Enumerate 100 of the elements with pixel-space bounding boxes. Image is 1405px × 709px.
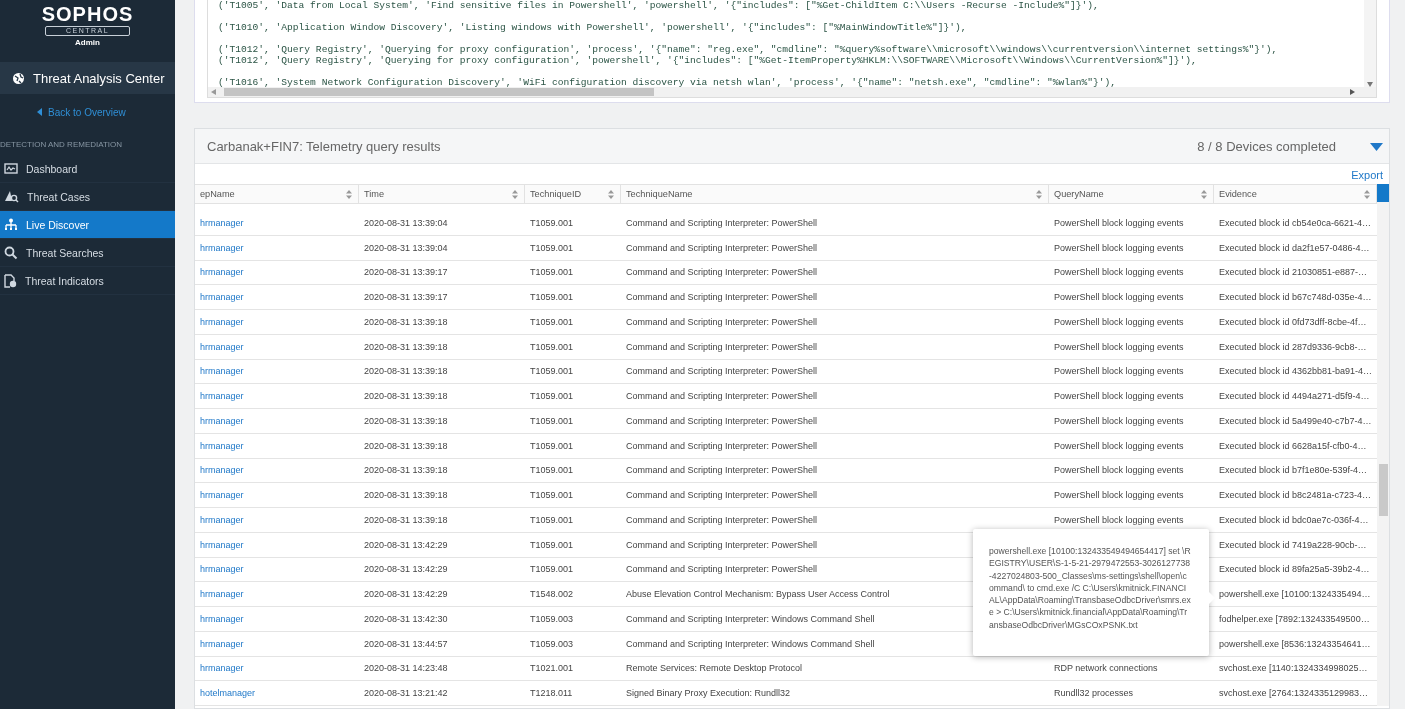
- sort-icon[interactable]: [1201, 189, 1207, 199]
- vertical-scrollbar[interactable]: [1364, 0, 1376, 87]
- query-name-cell: PowerShell block logging events: [1054, 391, 1184, 402]
- endpoint-link[interactable]: hrmanager: [200, 316, 244, 327]
- technique-name-cell: Command and Scripting Interpreter: PowerShell: [626, 341, 818, 352]
- endpoint-link[interactable]: hotelmanager: [200, 688, 256, 699]
- endpoint-link[interactable]: hrmanager: [200, 440, 244, 451]
- globe-icon: [12, 71, 25, 85]
- evidence-cell: Executed block id bdc0ae7c-036f-4…: [1219, 514, 1369, 525]
- evidence-cell: Executed block id b67c748d-035e-4…: [1219, 292, 1372, 303]
- time-cell: 2020-08-31 13:39:18: [364, 490, 448, 501]
- time-cell: 2020-08-31 13:39:18: [364, 415, 448, 426]
- endpoint-link[interactable]: hrmanager: [200, 415, 244, 426]
- query-name-cell: PowerShell block logging events: [1054, 440, 1184, 451]
- technique-name-cell: Command and Scripting Interpreter: PowerShell: [626, 242, 818, 253]
- endpoint-link[interactable]: hrmanager: [200, 366, 244, 377]
- column-header[interactable]: QueryName: [1049, 184, 1214, 204]
- time-cell: 2020-08-31 13:39:18: [364, 514, 448, 525]
- back-link[interactable]: Back to Overview: [0, 94, 175, 122]
- horizontal-scrollbar[interactable]: [208, 87, 1376, 97]
- technique-id-cell: T1059.001: [530, 564, 574, 575]
- results-title: Carbanak+FIN7: Telemetry query results: [207, 138, 442, 154]
- endpoint-link[interactable]: hrmanager: [200, 217, 244, 228]
- endpoint-link[interactable]: hrmanager: [200, 514, 244, 525]
- evidence-cell: Executed block id 4494a271-d5f9-4…: [1219, 391, 1370, 402]
- sort-icon[interactable]: [346, 189, 352, 199]
- time-cell: 2020-08-31 13:39:18: [364, 391, 448, 402]
- code-line: ('T1016', 'System Network Configuration Discovery', 'WiFi configuration discovery via netsh wlan', 'process', '{"name": "netsh.exe", "cmdline": "%wlan%"}'),: [218, 77, 1117, 87]
- endpoint-link[interactable]: hrmanager: [200, 589, 244, 600]
- time-cell: 2020-08-31 13:39:17: [364, 267, 448, 278]
- export-link[interactable]: Export: [1351, 169, 1383, 181]
- column-header[interactable]: Evidence: [1214, 184, 1377, 204]
- vertical-scrollbar[interactable]: [1377, 184, 1389, 706]
- technique-id-cell: T1059.001: [530, 292, 574, 303]
- devices-status: 8 / 8 Devices completed: [1197, 138, 1336, 154]
- sort-icon[interactable]: [1036, 189, 1042, 199]
- caret-left-icon: [37, 108, 42, 116]
- time-cell: 2020-08-31 13:39:18: [364, 316, 448, 327]
- time-cell: 2020-08-31 13:39:18: [364, 366, 448, 377]
- technique-name-cell: Command and Scripting Interpreter: PowerShell: [626, 391, 818, 402]
- column-header[interactable]: epName: [195, 184, 359, 204]
- caret-left-icon[interactable]: [211, 89, 216, 95]
- query-name-cell: Rundll32 processes: [1054, 688, 1134, 699]
- caret-right-icon[interactable]: [1350, 89, 1355, 95]
- nav-item[interactable]: Live Discover: [0, 211, 175, 239]
- app-title: Threat Analysis Center: [33, 70, 165, 86]
- column-header[interactable]: TechniqueName: [621, 184, 1049, 204]
- query-name-cell: RDP network connections: [1054, 663, 1158, 674]
- search-icon: [4, 245, 18, 260]
- technique-name-cell: Command and Scripting Interpreter: PowerShell: [626, 217, 818, 228]
- time-cell: 2020-08-31 13:39:18: [364, 341, 448, 352]
- technique-name-cell: Command and Scripting Interpreter: Windows Command Shell: [626, 613, 875, 624]
- endpoint-link[interactable]: hrmanager: [200, 539, 244, 550]
- technique-name-cell: Command and Scripting Interpreter: PowerShell: [626, 564, 818, 575]
- sort-icon[interactable]: [512, 189, 518, 199]
- sort-icon[interactable]: [608, 189, 614, 199]
- time-cell: 2020-08-31 13:39:04: [364, 242, 448, 253]
- time-cell: 2020-08-31 14:23:48: [364, 663, 448, 674]
- evidence-cell: Executed block id 6628a15f-cfb0-4…: [1219, 440, 1367, 451]
- evidence-cell: Executed block id b8c2481a-c723-4…: [1219, 490, 1372, 501]
- nav-item[interactable]: Threat Indicators: [0, 267, 175, 295]
- endpoint-link[interactable]: hrmanager: [200, 267, 244, 278]
- endpoint-link[interactable]: hrmanager: [200, 242, 244, 253]
- technique-name-cell: Command and Scripting Interpreter: PowerShell: [626, 440, 818, 451]
- evidence-cell: fodhelper.exe [7892:132433549500…: [1219, 613, 1370, 624]
- time-cell: 2020-08-31 13:42:30: [364, 613, 448, 624]
- endpoint-link[interactable]: hrmanager: [200, 564, 244, 575]
- endpoint-link[interactable]: hrmanager: [200, 638, 244, 649]
- nav-item[interactable]: Dashboard: [0, 155, 175, 183]
- technique-name-cell: Command and Scripting Interpreter: PowerShell: [626, 465, 818, 476]
- endpoint-link[interactable]: hrmanager: [200, 663, 244, 674]
- time-cell: 2020-08-31 13:39:17: [364, 292, 448, 303]
- technique-id-cell: T1059.001: [530, 267, 574, 278]
- code-line: ('T1012', 'Query Registry', 'Querying for proxy configuration', 'powershell', '{"includes": ["%Get-ItemProperty%HKLM:\\SOFTWARE\\Microsoft\\Windows\\CurrentVersion%"]}'),: [218, 55, 1197, 66]
- query-name-cell: PowerShell block logging events: [1054, 465, 1184, 476]
- evidence-cell: powershell.exe [10100:1324335494…: [1219, 589, 1371, 600]
- query-name-cell: PowerShell block logging events: [1054, 217, 1184, 228]
- endpoint-link[interactable]: hrmanager: [200, 391, 244, 402]
- technique-name-cell: Command and Scripting Interpreter: PowerShell: [626, 267, 818, 278]
- endpoint-link[interactable]: hrmanager: [200, 465, 244, 476]
- technique-name-cell: Remote Services: Remote Desktop Protocol: [626, 663, 803, 674]
- evidence-cell: Executed block id 287d9336-9cb8-…: [1219, 341, 1367, 352]
- column-header[interactable]: TechniqueID: [525, 184, 621, 204]
- technique-id-cell: T1059.001: [530, 242, 574, 253]
- endpoint-link[interactable]: hrmanager: [200, 613, 244, 624]
- endpoint-link[interactable]: hrmanager: [200, 292, 244, 303]
- code-line: ('T1005', 'Data from Local System', 'Find sensitive files in Powershell', 'powershell', '{"includes": ["%Get-ChildItem C:\\Users -Recurse -Include%"]}'),: [218, 0, 1099, 11]
- evidence-cell: Executed block id 89fa25a5-39b2-4…: [1219, 564, 1370, 575]
- time-cell: 2020-08-31 13:42:29: [364, 589, 448, 600]
- endpoint-link[interactable]: hrmanager: [200, 341, 244, 352]
- technique-name-cell: Command and Scripting Interpreter: PowerShell: [626, 316, 818, 327]
- column-header[interactable]: Time: [359, 184, 525, 204]
- technique-name-cell: Command and Scripting Interpreter: PowerShell: [626, 292, 818, 303]
- nav-item[interactable]: Threat Searches: [0, 239, 175, 267]
- query-name-cell: PowerShell block logging events: [1054, 366, 1184, 377]
- sort-icon[interactable]: [1364, 189, 1370, 199]
- endpoint-link[interactable]: hrmanager: [200, 490, 244, 501]
- caret-down-icon[interactable]: [1370, 142, 1383, 151]
- time-cell: 2020-08-31 13:42:29: [364, 539, 448, 550]
- technique-id-cell: T1059.001: [530, 465, 574, 476]
